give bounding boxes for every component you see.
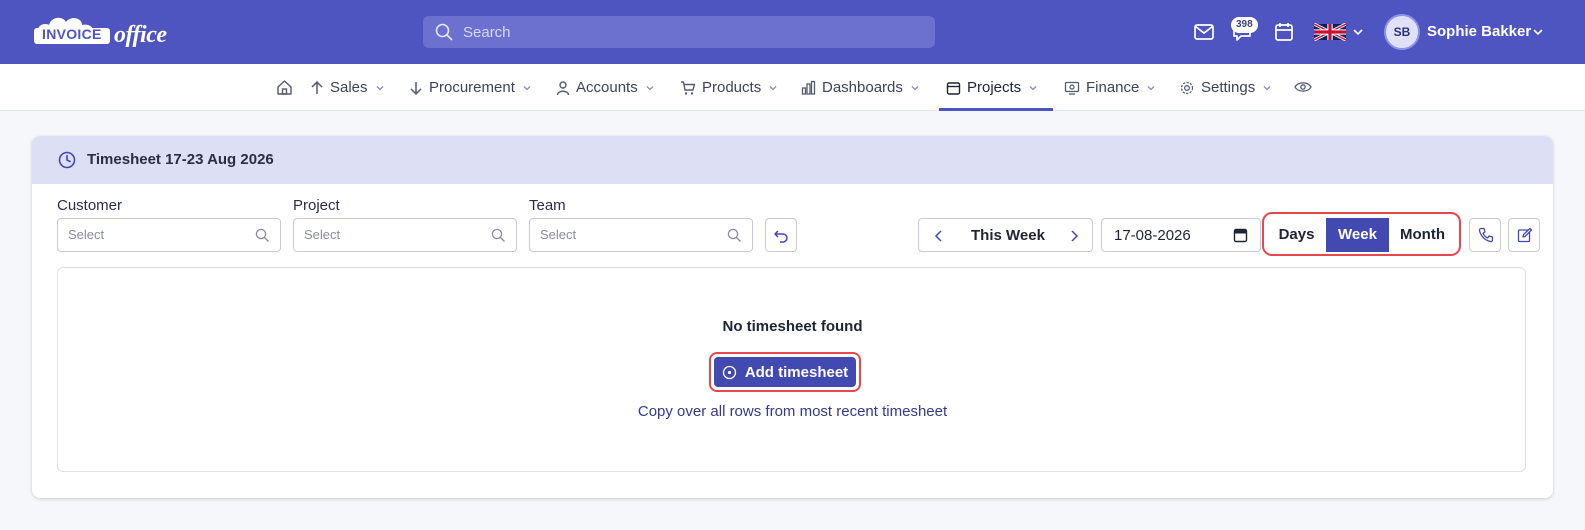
nav-item-label: Finance <box>1086 79 1140 96</box>
chevron-down-icon <box>769 85 777 90</box>
logo-text-invoice: INVOICE <box>42 26 102 42</box>
finance-monitor-icon <box>1064 81 1080 95</box>
nav-item-dashboards[interactable]: Dashboards <box>801 64 921 111</box>
bar-chart-icon <box>801 80 816 95</box>
edit-button[interactable] <box>1508 218 1540 252</box>
user-name[interactable]: Sophie Bakker <box>1427 23 1531 40</box>
team-select-placeholder: Select <box>540 227 577 242</box>
chevron-down-icon <box>911 85 919 90</box>
add-timesheet-label: Add timesheet <box>744 363 849 381</box>
calendar-icon[interactable] <box>1272 20 1296 44</box>
add-timesheet-button[interactable]: Add timesheet <box>714 357 856 387</box>
nav-item-label: Dashboards <box>822 79 903 96</box>
main-nav: Sales Procurement Accounts Products Dash… <box>0 64 1585 111</box>
chevron-down-icon <box>1029 85 1037 90</box>
project-label: Project <box>293 197 340 214</box>
chevron-down-icon <box>523 85 531 90</box>
project-select[interactable]: Select <box>293 218 517 252</box>
nav-item-projects[interactable]: Projects <box>946 64 1039 111</box>
logo-text-office: office <box>114 22 167 48</box>
nav-item-settings[interactable]: Settings <box>1179 64 1273 111</box>
team-select[interactable]: Select <box>529 218 753 252</box>
uk-flag-icon[interactable] <box>1314 23 1346 41</box>
plus-circle-icon <box>722 365 736 379</box>
search-bar[interactable] <box>423 16 935 48</box>
top-bar: INVOICE office 398 SB Sophie Bakker <box>0 0 1585 64</box>
notifications-badge: 398 <box>1231 17 1258 33</box>
nav-item-label: Procurement <box>429 79 515 96</box>
date-input[interactable]: 17-08-2026 <box>1101 218 1261 252</box>
user-icon <box>556 80 570 95</box>
chevron-down-icon <box>1263 85 1271 90</box>
week-navigator: This Week <box>918 218 1093 252</box>
nav-item-label: Products <box>702 79 762 96</box>
eye-icon[interactable] <box>1294 80 1312 94</box>
view-month-button[interactable]: Month <box>1389 218 1456 252</box>
project-select-placeholder: Select <box>304 227 341 242</box>
search-icon <box>727 228 741 242</box>
nav-item-label: Sales <box>330 79 368 96</box>
copy-recent-timesheet-link[interactable]: Copy over all rows from most recent time… <box>58 403 1527 420</box>
customer-select-placeholder: Select <box>68 227 105 242</box>
chevron-down-icon <box>376 85 383 90</box>
search-icon <box>255 228 269 242</box>
chevron-down-icon <box>1147 85 1155 90</box>
gear-icon <box>1180 81 1194 94</box>
active-tab-indicator <box>939 108 1053 111</box>
empty-state-title: No timesheet found <box>722 318 863 335</box>
nav-item-label: Accounts <box>576 79 638 96</box>
customer-select[interactable]: Select <box>57 218 281 252</box>
arrow-down-icon <box>410 81 422 95</box>
mail-icon[interactable] <box>1192 20 1216 44</box>
edit-icon <box>1517 227 1533 243</box>
chevron-left-icon[interactable] <box>933 229 945 243</box>
customer-label: Customer <box>57 197 123 214</box>
period-label: This Week <box>971 227 1045 244</box>
chevron-right-icon[interactable] <box>1068 229 1080 243</box>
phone-icon <box>1478 227 1494 243</box>
invoiceoffice-logo[interactable]: INVOICE office <box>32 12 182 52</box>
undo-icon <box>774 230 788 243</box>
nav-item-label: Settings <box>1201 79 1256 96</box>
timesheet-empty-panel: No timesheet found Add timesheet Copy ov… <box>57 267 1526 472</box>
date-value: 17-08-2026 <box>1114 227 1191 244</box>
card-header: Timesheet 17-23 Aug 2026 <box>32 136 1553 184</box>
page-title: Timesheet 17-23 Aug 2026 <box>87 151 274 168</box>
nav-item-products[interactable]: Products <box>680 64 779 111</box>
nav-item-sales[interactable]: Sales <box>310 64 386 111</box>
avatar[interactable]: SB <box>1384 14 1420 50</box>
view-days-button[interactable]: Days <box>1267 218 1326 252</box>
cart-icon <box>681 80 696 95</box>
view-week-button[interactable]: Week <box>1326 218 1389 252</box>
nav-item-accounts[interactable]: Accounts <box>556 64 656 111</box>
calendar-icon[interactable] <box>1233 227 1248 243</box>
reset-filters-button[interactable] <box>765 218 797 252</box>
view-toggle: Days Week Month <box>1267 218 1456 252</box>
search-input[interactable] <box>463 16 923 48</box>
arrow-up-icon <box>311 80 323 94</box>
call-button[interactable] <box>1469 218 1501 252</box>
clock-icon <box>58 151 76 169</box>
nav-item-label: Projects <box>967 79 1022 96</box>
search-icon <box>435 23 453 41</box>
search-icon <box>491 228 505 242</box>
chevron-down-icon[interactable] <box>1532 26 1544 38</box>
chevron-down-icon <box>646 85 654 90</box>
calendar-icon <box>946 81 961 95</box>
nav-item-procurement[interactable]: Procurement <box>409 64 533 111</box>
home-icon[interactable] <box>276 79 293 96</box>
nav-item-finance[interactable]: Finance <box>1064 64 1157 111</box>
team-label: Team <box>529 197 566 214</box>
chevron-down-icon[interactable] <box>1352 26 1364 38</box>
